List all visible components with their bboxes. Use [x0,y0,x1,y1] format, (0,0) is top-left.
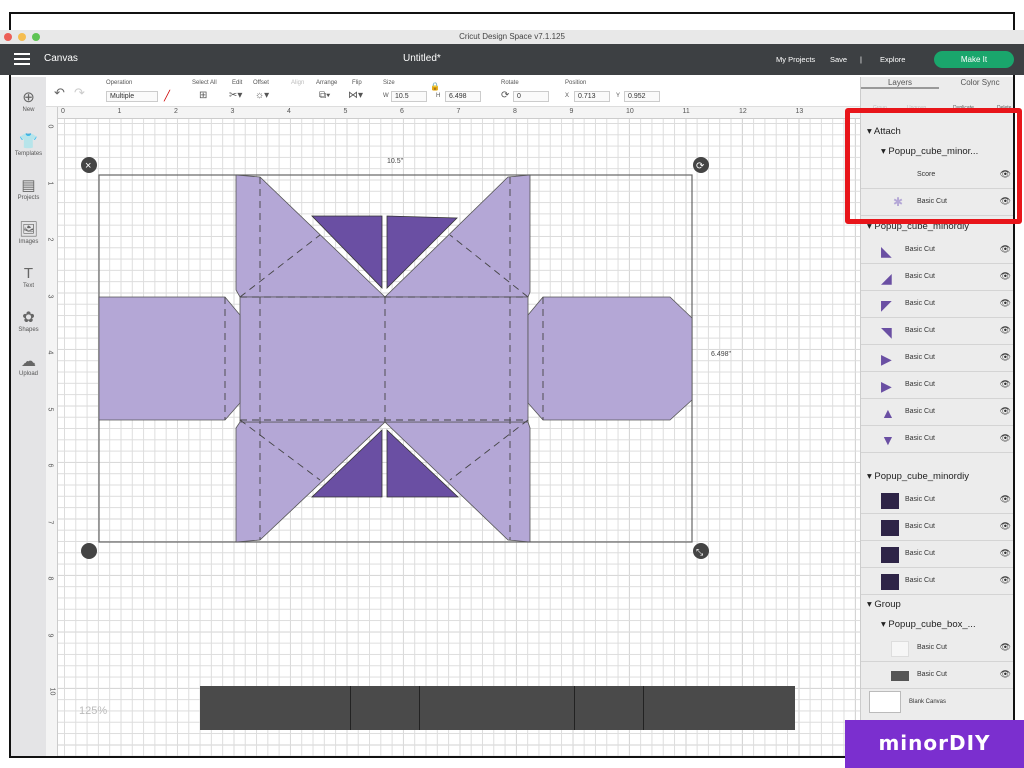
layer-label: Basic Cut [905,354,935,361]
layer-item[interactable]: ▲ Basic Cut 👁 [861,399,1013,426]
close-window-button[interactable] [4,33,12,41]
layer-item[interactable]: ◥ Basic Cut 👁 [861,318,1013,345]
layer-group-3[interactable]: ▾ Group [867,595,1013,615]
explore-link[interactable]: Explore [880,55,905,64]
layer-label: Basic Cut [905,327,935,334]
center-panel [239,296,529,423]
blank-canvas-swatch[interactable] [869,691,901,713]
layer-label: Basic Cut [905,550,935,557]
layer-item[interactable]: ▶ Basic Cut 👁 [861,372,1013,399]
minimize-window-button[interactable] [18,33,26,41]
save-button[interactable]: Save [830,55,847,64]
eye-icon[interactable]: 👁 [1000,352,1011,363]
eye-icon[interactable]: 👁 [1000,494,1011,505]
eye-icon[interactable]: 👁 [1000,548,1011,559]
right-panel [527,296,693,421]
eye-icon[interactable]: 👁 [1000,521,1011,532]
height-dimension: 6.498" [711,351,732,358]
layer-item[interactable]: Basic Cut 👁 [861,635,1013,662]
layer-label: Group [874,599,901,610]
layer-thumbnail: ▲ [881,405,895,421]
layer-thumbnail [881,547,899,563]
lock-handle [81,543,97,559]
watermark-logo: minorDIY [845,720,1024,768]
eye-icon[interactable]: 👁 [1000,575,1011,586]
layer-item[interactable]: ▶ Basic Cut 👁 [861,345,1013,372]
eye-icon[interactable]: 👁 [1000,669,1011,680]
layer-thumbnail: ◥ [881,324,892,340]
layer-label: Basic Cut [905,273,935,280]
width-dimension: 10.5" [387,158,404,165]
layer-thumbnail: ◣ [881,243,892,259]
svg-text:⤡: ⤡ [696,547,703,557]
eye-icon[interactable]: 👁 [1000,244,1011,255]
layer-thumbnail [881,520,899,536]
zoom-level[interactable]: 125% [79,705,107,717]
color-palette-bar [200,686,795,730]
layer-label: Popup_cube_minordiy [874,471,969,482]
svg-text:×: × [85,160,91,172]
header: Canvas Untitled* My Projects Save | Expl… [0,44,1024,75]
layer-item[interactable]: ◤ Basic Cut 👁 [861,291,1013,318]
layer-item[interactable]: Basic Cut 👁 [861,662,1013,689]
svg-text:⟳: ⟳ [696,161,705,172]
eye-icon[interactable]: 👁 [1000,406,1011,417]
layer-label: Basic Cut [917,671,947,678]
layer-label: Popup_cube_box_... [888,619,976,630]
layer-group-2[interactable]: ▾ Popup_cube_minordiy [867,467,1013,487]
eye-icon[interactable]: 👁 [1000,433,1011,444]
eye-icon[interactable]: 👁 [1000,642,1011,653]
layer-item[interactable]: Basic Cut 👁 [861,541,1013,568]
left-panel [98,296,241,421]
separator: | [860,55,862,64]
layer-thumbnail [891,671,909,681]
section-title: Canvas [44,53,78,64]
my-projects-link[interactable]: My Projects [776,55,815,64]
eye-icon[interactable]: 👁 [1000,325,1011,336]
tab-color-sync[interactable]: Color Sync [941,77,1013,89]
layer-thumbnail: ▶ [881,378,892,394]
layer-label: Basic Cut [905,300,935,307]
layer-item[interactable]: Basic Cut 👁 [861,568,1013,595]
layer-label: Basic Cut [905,496,935,503]
layer-thumbnail [891,641,909,657]
layer-label: Basic Cut [917,644,947,651]
layer-thumbnail: ◤ [881,297,892,313]
layer-thumbnail [881,574,899,590]
layer-thumbnail: ◢ [881,270,892,286]
layer-label: Basic Cut [905,408,935,415]
tab-layers[interactable]: Layers [861,77,939,89]
blank-canvas-label: Blank Canvas [909,699,947,705]
make-it-button[interactable]: Make It [934,51,1014,68]
layer-item[interactable]: Basic Cut 👁 [861,487,1013,514]
layer-label: Basic Cut [905,577,935,584]
app-title: Cricut Design Space v7.1.125 [459,32,565,41]
layer-group-3-child[interactable]: ▾ Popup_cube_box_... [881,615,1013,635]
layer-thumbnail: ▼ [881,432,895,448]
menu-icon[interactable] [14,53,30,65]
document-title: Untitled* [403,53,441,64]
layer-item[interactable]: ◢ Basic Cut 👁 [861,264,1013,291]
eye-icon[interactable]: 👁 [1000,271,1011,282]
title-bar: Cricut Design Space v7.1.125 [0,30,1024,44]
layer-label: Basic Cut [905,523,935,530]
layer-label: Basic Cut [905,435,935,442]
layer-label: Basic Cut [905,381,935,388]
maximize-window-button[interactable] [32,33,40,41]
layer-item[interactable]: ▼ Basic Cut 👁 [861,426,1013,453]
eye-icon[interactable]: 👁 [1000,298,1011,309]
layer-thumbnail: ▶ [881,351,892,367]
highlight-annotation [845,108,1022,224]
eye-icon[interactable]: 👁 [1000,379,1011,390]
layer-item[interactable]: Basic Cut 👁 [861,514,1013,541]
layer-thumbnail [881,493,899,509]
layer-label: Basic Cut [905,246,935,253]
layer-item[interactable]: ◣ Basic Cut 👁 [861,237,1013,264]
